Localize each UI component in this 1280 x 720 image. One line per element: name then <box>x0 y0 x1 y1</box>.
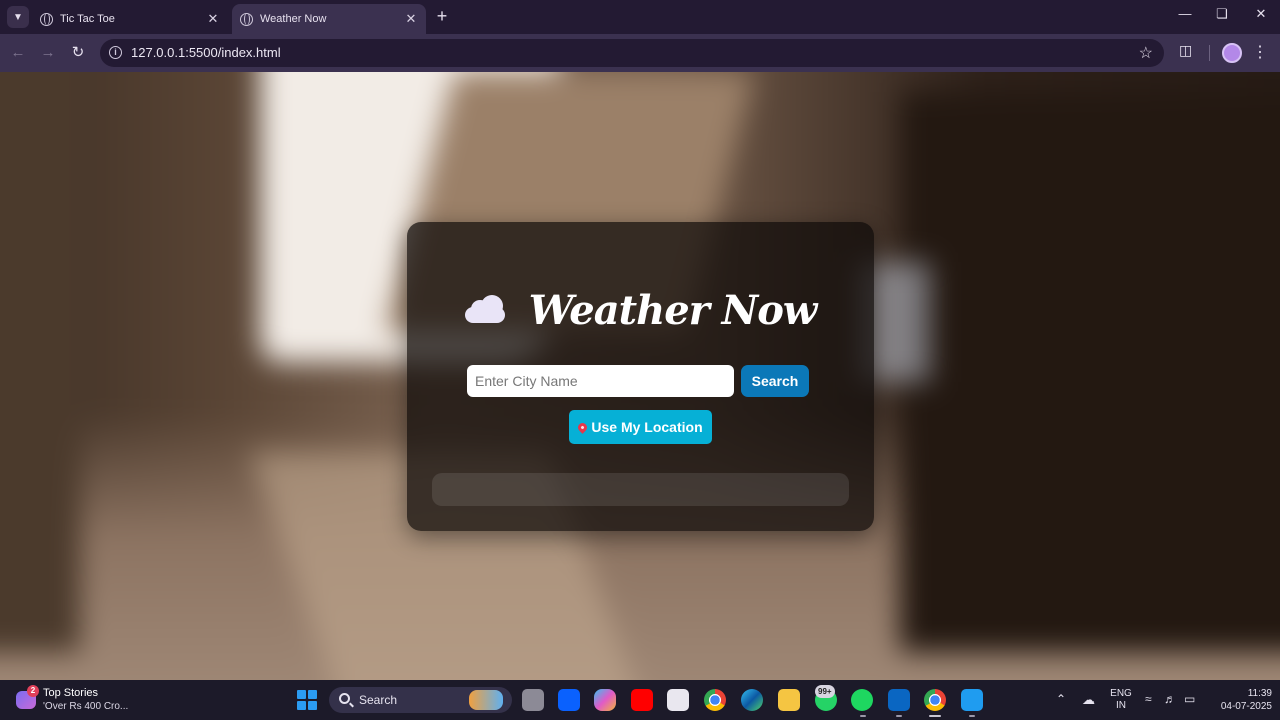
reload-icon[interactable]: ↻ <box>67 42 89 64</box>
weather-result-panel <box>432 473 849 506</box>
city-search-input[interactable] <box>467 365 734 397</box>
system-clock[interactable]: 11:39 04-07-2025 <box>1206 687 1272 713</box>
news-headline: 'Over Rs 400 Cro... <box>43 701 129 712</box>
use-my-location-label: Use My Location <box>591 419 703 435</box>
taskbar-search-label: Search <box>359 693 398 707</box>
microsoft-store-icon[interactable] <box>667 689 689 711</box>
windows-start-icon[interactable] <box>297 690 317 710</box>
chrome-icon[interactable] <box>704 689 726 711</box>
clock-time: 11:39 <box>1247 688 1272 699</box>
task-view-icon[interactable] <box>522 689 544 711</box>
address-bar[interactable]: i 127.0.0.1:5500/index.html ☆ <box>100 39 1164 67</box>
volume-icon[interactable]: ♬ <box>1164 692 1176 706</box>
tab-tic-tac-toe[interactable]: Tic Tac Toe ✕ <box>32 4 228 34</box>
spotify-icon[interactable] <box>851 689 873 711</box>
running-indicator <box>860 715 866 717</box>
cloud-icon <box>464 295 509 325</box>
close-window-button[interactable]: ✕ <box>1251 6 1271 22</box>
tab-search-button[interactable]: ▼ <box>7 6 29 28</box>
search-button[interactable]: Search <box>741 365 809 397</box>
running-indicator <box>896 715 902 717</box>
taskbar-search[interactable]: Search <box>329 687 512 713</box>
battery-icon[interactable]: ▭ <box>1184 692 1195 706</box>
weather-card: Weather Now Search Use My Location <box>407 222 874 531</box>
toolbar-divider <box>1209 45 1210 61</box>
new-tab-button[interactable]: + <box>433 6 451 26</box>
news-widget[interactable]: 2 Top Stories 'Over Rs 400 Cro... <box>16 685 176 715</box>
minimize-button[interactable]: — <box>1175 6 1195 21</box>
maximize-button[interactable]: ❏ <box>1212 6 1232 22</box>
tab-title: Tic Tac Toe <box>60 13 115 25</box>
back-arrow-icon[interactable]: ← <box>7 42 29 64</box>
region-code: IN <box>1116 700 1126 711</box>
bookmark-star-icon[interactable]: ☆ <box>1139 43 1153 63</box>
close-tab-icon[interactable]: ✕ <box>206 11 220 27</box>
menu-dots-icon[interactable]: ⋮ <box>1252 42 1268 62</box>
globe-icon <box>40 12 53 26</box>
chrome-profile-icon[interactable] <box>924 689 946 711</box>
clock-date: 04-07-2025 <box>1220 701 1272 712</box>
browser-toolbar: ← → ↻ i 127.0.0.1:5500/index.html ☆ ◫ ⋮ <box>0 34 1280 72</box>
file-explorer-icon[interactable] <box>778 689 800 711</box>
site-info-icon[interactable]: i <box>109 46 122 59</box>
forward-arrow-icon[interactable]: → <box>37 42 59 64</box>
language-indicator[interactable]: ENG IN <box>1110 688 1132 712</box>
app-title: Weather Now <box>528 286 818 334</box>
whatsapp-badge: 99+ <box>815 685 835 698</box>
linkedin-icon[interactable] <box>888 689 910 711</box>
youtube-icon[interactable] <box>631 689 653 711</box>
edge-icon[interactable] <box>741 689 763 711</box>
app-header: Weather Now <box>407 282 874 338</box>
globe-icon <box>240 12 253 26</box>
vscode-icon[interactable] <box>961 689 983 711</box>
search-icon <box>339 693 350 704</box>
copilot-icon[interactable] <box>594 689 616 711</box>
search-highlight-icon <box>469 690 503 710</box>
active-indicator <box>929 715 941 717</box>
close-tab-icon[interactable]: ✕ <box>404 11 418 27</box>
onedrive-cloud-icon[interactable]: ☁ <box>1082 692 1095 708</box>
running-indicator <box>969 715 975 717</box>
wifi-icon[interactable]: ≈ <box>1145 692 1152 706</box>
windows-taskbar: 2 Top Stories 'Over Rs 400 Cro... Search… <box>0 680 1280 720</box>
dropbox-icon[interactable] <box>558 689 580 711</box>
news-badge: 2 <box>27 685 39 697</box>
tab-strip: ▼ Tic Tac Toe ✕ Weather Now ✕ + — ❏ ✕ <box>0 0 1280 34</box>
page-viewport: Weather Now Search Use My Location <box>0 72 1280 680</box>
use-my-location-button[interactable]: Use My Location <box>569 410 712 444</box>
tab-weather-now[interactable]: Weather Now ✕ <box>232 4 426 34</box>
news-title: Top Stories <box>43 687 99 699</box>
pin-icon <box>576 420 590 434</box>
profile-avatar[interactable] <box>1222 43 1242 63</box>
address-url[interactable]: 127.0.0.1:5500/index.html <box>131 45 281 60</box>
language-code: ENG <box>1110 688 1132 699</box>
tab-title: Weather Now <box>260 13 327 25</box>
extensions-icon[interactable]: ◫ <box>1179 42 1197 62</box>
chevron-up-icon[interactable]: ⌃ <box>1056 692 1066 706</box>
